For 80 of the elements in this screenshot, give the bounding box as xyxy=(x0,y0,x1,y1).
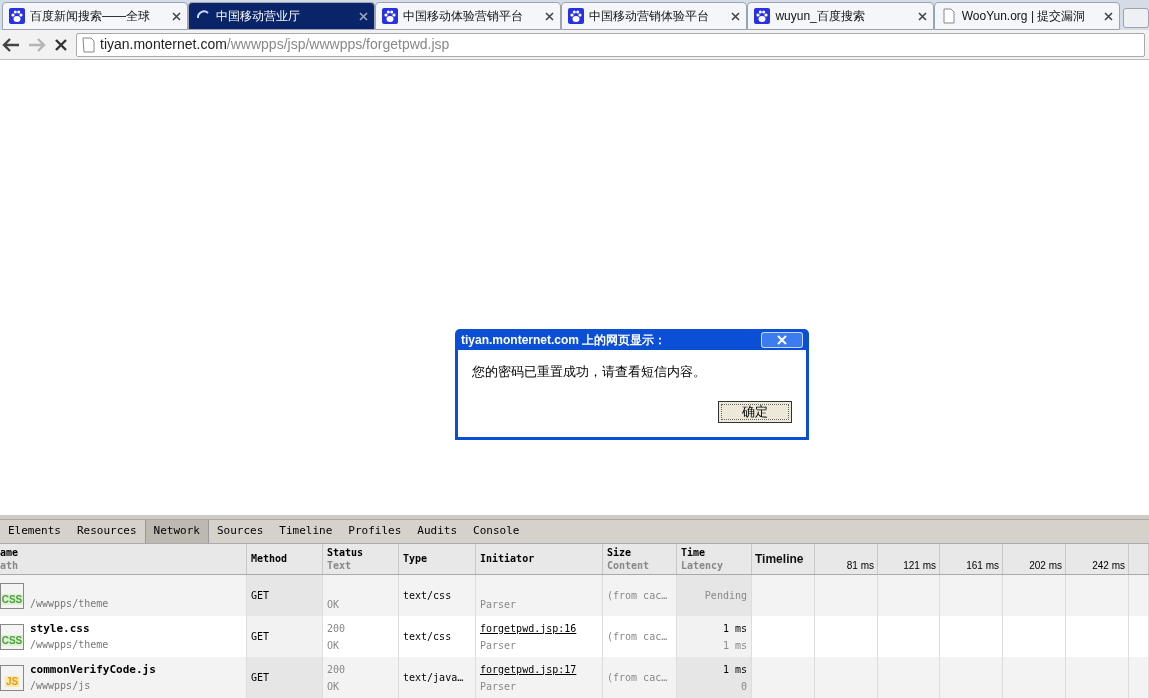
devtools-tab[interactable]: Profiles xyxy=(340,519,410,543)
close-icon xyxy=(731,11,741,21)
paw-icon xyxy=(568,8,585,24)
browser-tab[interactable]: 百度新闻搜索——全球 xyxy=(2,2,189,30)
time-cell-text: Pending xyxy=(704,589,747,603)
type-cell-text: text/css xyxy=(403,589,453,603)
browser-tab[interactable]: WooYun.org | 提交漏洞 xyxy=(933,2,1121,30)
initiator-kind: Parser xyxy=(480,597,518,612)
devtools-tab[interactable]: Elements xyxy=(0,519,69,543)
devtools-tab[interactable]: Console xyxy=(465,519,528,543)
column-header[interactable]: Initiator xyxy=(480,552,598,566)
latency-cell-text: 1 ms xyxy=(722,638,747,653)
close-icon xyxy=(777,334,787,345)
time-tick: 242 ms xyxy=(1092,559,1125,573)
time-tick: 161 ms xyxy=(966,559,999,573)
close-icon xyxy=(1104,11,1114,21)
dialog-title: tiyan.monternet.com 上的网页显示： xyxy=(461,331,668,349)
ok-button[interactable]: 确定 xyxy=(718,400,792,423)
devtools-tab[interactable]: Sources xyxy=(208,519,272,543)
browser-tab[interactable]: 中国移动营业厅 xyxy=(188,2,375,30)
column-header[interactable]: Method xyxy=(251,552,318,566)
size-cell-text: (from cac… xyxy=(607,671,669,685)
close-icon xyxy=(545,11,555,21)
stop-icon xyxy=(54,37,68,52)
status-text: OK xyxy=(327,597,341,612)
browser-tab[interactable]: wuyun_百度搜索 xyxy=(747,2,934,30)
column-header[interactable]: Status xyxy=(327,545,394,559)
status-code: 200 xyxy=(327,621,347,636)
initiator-kind: Parser xyxy=(480,638,518,653)
devtools-tab[interactable]: Resources xyxy=(69,519,145,543)
css-file-icon: CSS xyxy=(0,623,24,650)
latency-cell-text: 0 xyxy=(740,679,747,694)
file-path: /wwwpps/theme xyxy=(30,596,109,611)
browser-tab[interactable]: 中国移动体验营销平台 xyxy=(374,2,562,30)
page-icon xyxy=(81,36,95,53)
close-button[interactable] xyxy=(761,331,803,348)
js-file-icon: JS xyxy=(0,664,24,691)
paw-icon xyxy=(381,8,398,24)
initiator-link[interactable]: forgetpwd.jsp:16 xyxy=(480,619,598,637)
paw-icon xyxy=(754,8,771,24)
file-name: style.css xyxy=(30,620,91,637)
close-icon xyxy=(358,11,368,21)
type-cell-text: text/css xyxy=(403,630,453,644)
page-icon xyxy=(940,8,957,24)
address-field[interactable]: tiyan.monternet.com/wwwpps/jsp/wwwpps/forgetpwd.jsp xyxy=(76,32,1145,57)
time-tick: 81 ms xyxy=(846,559,874,573)
url-text: tiyan.monternet.com/wwwpps/jsp/wwwpps/forgetpwd.jsp xyxy=(100,35,450,54)
column-header[interactable]: Size xyxy=(607,545,672,559)
time-cell-text: 1 ms xyxy=(722,662,747,677)
close-icon xyxy=(172,11,182,21)
browser-tab[interactable]: 中国移动营销体验平台 xyxy=(561,2,748,30)
devtools-tab[interactable]: Network xyxy=(144,519,209,543)
status-code: 200 xyxy=(327,662,347,677)
devtools-tab[interactable]: Timeline xyxy=(271,519,341,543)
file-path: /wwwpps/js xyxy=(30,678,92,693)
method-cell-text: GET xyxy=(251,671,271,685)
dialog-message: 您的密码已重置成功，请查看短信内容。 xyxy=(472,363,707,381)
time-tick: 121 ms xyxy=(903,559,936,573)
devtools-tab[interactable]: Audits xyxy=(409,519,466,543)
type-cell-text: text/java… xyxy=(403,671,465,685)
css-file-icon: CSS xyxy=(0,582,24,609)
method-cell-text: GET xyxy=(251,630,271,644)
paw-icon xyxy=(9,8,25,24)
timeline-header[interactable]: Timeline xyxy=(755,549,804,568)
time-tick: 202 ms xyxy=(1029,559,1062,573)
method-cell-text: GET xyxy=(251,589,271,603)
column-header[interactable]: ame xyxy=(0,545,242,559)
size-cell-text: (from cac… xyxy=(607,630,669,644)
close-icon xyxy=(917,11,927,21)
time-cell-text: 1 ms xyxy=(722,621,747,636)
column-header[interactable]: Type xyxy=(403,552,471,566)
status-text: OK xyxy=(327,638,341,653)
back-arrow-icon xyxy=(2,36,20,53)
initiator-link[interactable]: forgetpwd.jsp:17 xyxy=(480,660,598,678)
size-cell-text: (from cac… xyxy=(607,589,669,603)
file-name: commonVerifyCode.js xyxy=(30,661,156,678)
initiator-kind: Parser xyxy=(480,679,518,694)
file-path: /wwwpps/theme xyxy=(30,637,109,652)
status-text: OK xyxy=(327,679,341,694)
column-header[interactable]: Time xyxy=(681,545,747,559)
